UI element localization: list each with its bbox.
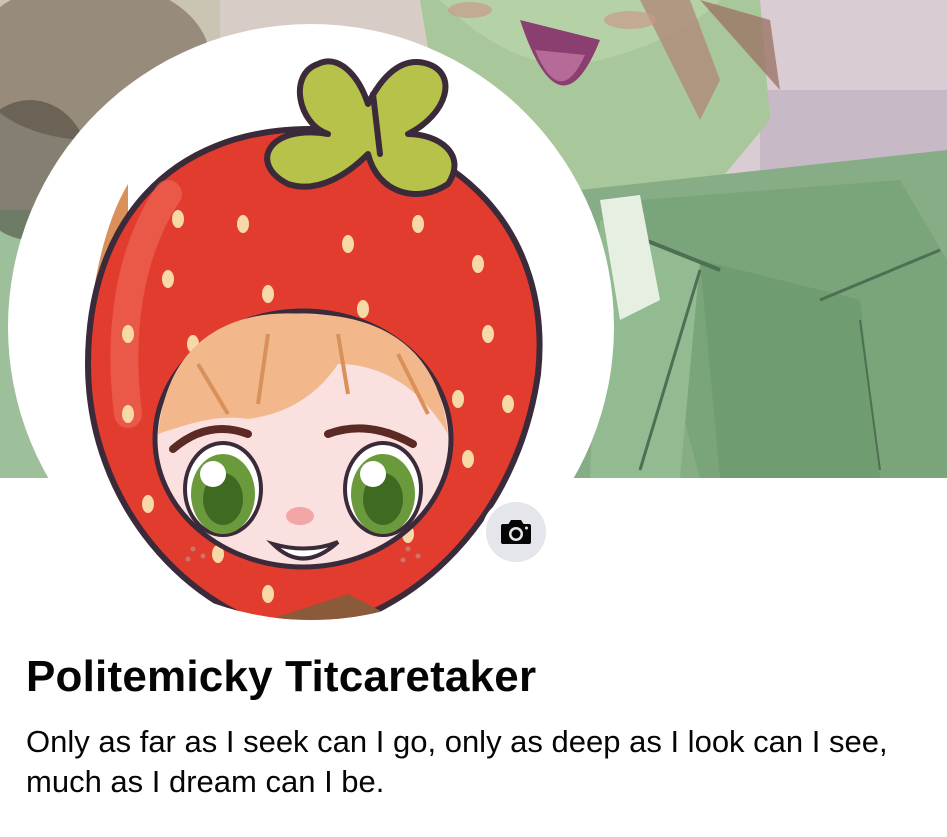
change-profile-picture-button[interactable] bbox=[482, 498, 550, 566]
bio-line: much as I dream can I be. bbox=[26, 764, 385, 799]
profile-page: Politemicky Titcaretaker Only as far as … bbox=[0, 0, 947, 837]
camera-icon bbox=[501, 520, 531, 544]
profile-bio: Only as far as I seek can I go, only as … bbox=[26, 722, 947, 802]
bio-line: Only as far as I seek can I go, only as … bbox=[26, 724, 888, 759]
profile-name: Politemicky Titcaretaker bbox=[26, 652, 537, 701]
